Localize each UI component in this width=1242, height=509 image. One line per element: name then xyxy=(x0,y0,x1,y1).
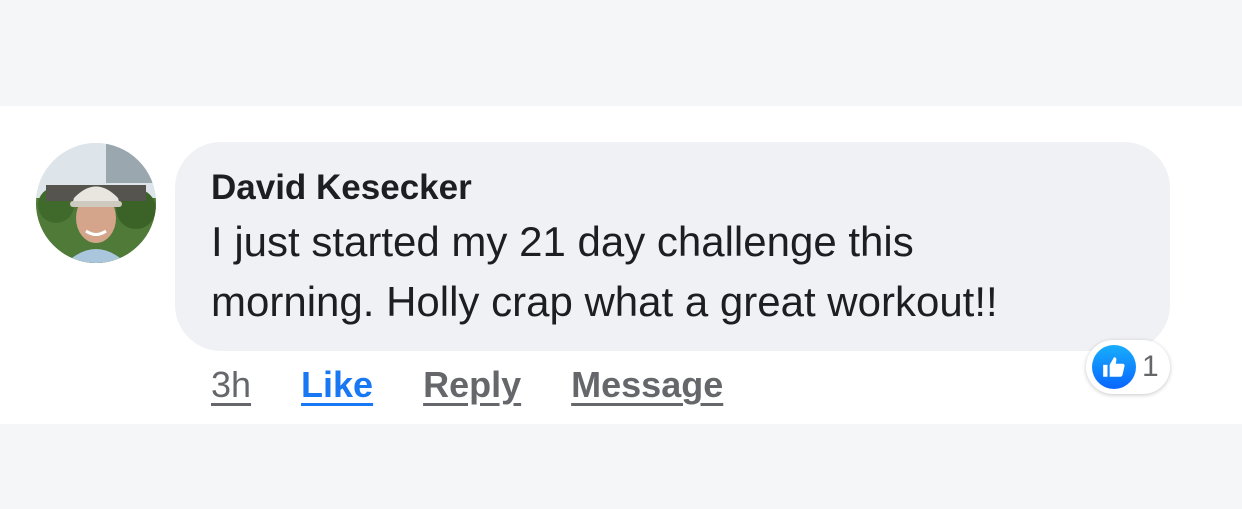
avatar-photo xyxy=(36,143,156,263)
avatar[interactable] xyxy=(36,143,156,263)
reaction-summary[interactable]: 1 xyxy=(1086,340,1170,394)
reply-button[interactable]: Reply xyxy=(423,364,521,406)
comment-text: I just started my 21 day challenge this … xyxy=(211,212,1134,332)
comment-timestamp-link[interactable]: 3h xyxy=(211,364,251,406)
reaction-count: 1 xyxy=(1142,350,1159,383)
comment-actions: 3h Like Reply Message xyxy=(211,360,723,410)
comment-author[interactable]: David Kesecker xyxy=(211,168,1134,208)
like-thumb-icon xyxy=(1092,345,1136,389)
comment-text-line-1: I just started my 21 day challenge this xyxy=(211,218,914,265)
comment-bubble: David Kesecker I just started my 21 day … xyxy=(175,142,1170,351)
like-button[interactable]: Like xyxy=(301,364,373,406)
message-button[interactable]: Message xyxy=(571,364,723,406)
comment-text-line-2: morning. Holly crap what a great workout… xyxy=(211,278,998,325)
